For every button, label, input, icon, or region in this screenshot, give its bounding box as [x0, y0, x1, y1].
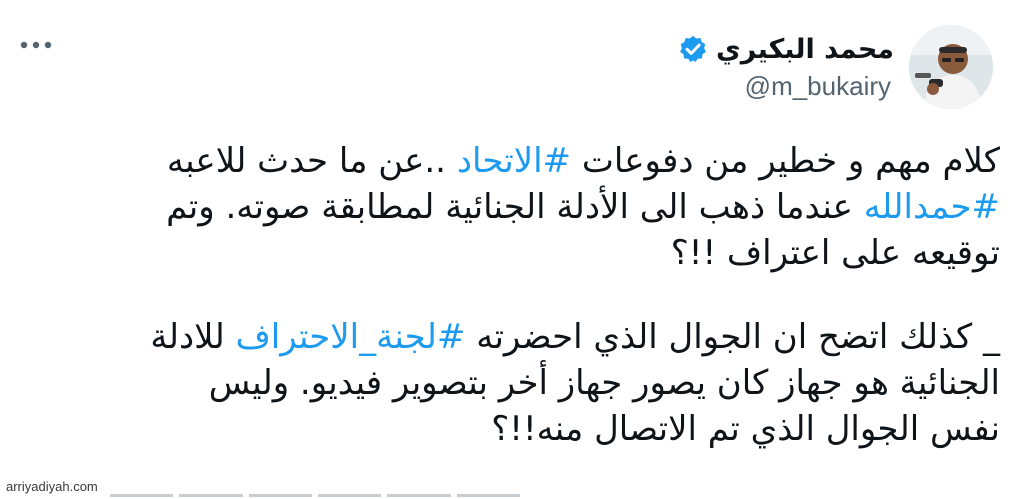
hashtag-link[interactable]: #الاتحاد [457, 141, 571, 181]
hashtag-link[interactable]: #لجنة_الاحتراف [236, 317, 466, 357]
source-watermark: arriyadiyah.com [6, 479, 98, 494]
tweet-line: الجنائية هو جهاز كان يصور جهاز أخر بتصوي… [25, 360, 1000, 406]
tweet-text-segment: ..عن ما حدث للاعبه [166, 141, 457, 181]
tweet-line: #حمدالله عندما ذهب الى الأدلة الجنائية ل… [25, 184, 1000, 230]
tweet-text-segment: للادلة [150, 317, 236, 357]
more-options-icon[interactable] [16, 30, 56, 60]
verified-badge-icon [678, 34, 708, 64]
tweet-card: محمد البكيري @m_bukairy كلام مهم و خطير … [0, 0, 1024, 499]
tweet-text-segment: كلام مهم و خطير من دفوعات [571, 141, 1000, 181]
user-handle[interactable]: @m_bukairy [745, 71, 891, 102]
tweet-line: _ كذلك اتضح ان الجوال الذي احضرته #لجنة_… [25, 314, 1000, 360]
display-name[interactable]: محمد البكيري [716, 34, 894, 65]
tweet-text-segment: الجنائية هو جهاز كان يصور جهاز أخر بتصوي… [208, 363, 1000, 403]
tweet-text-segment: _ كذلك اتضح ان الجوال الذي احضرته [465, 317, 1000, 357]
tweet-paragraph: _ كذلك اتضح ان الجوال الذي احضرته #لجنة_… [25, 314, 1000, 452]
tweet-line: كلام مهم و خطير من دفوعات #الاتحاد ..عن … [25, 138, 1000, 184]
cropped-content-strip [110, 490, 520, 499]
tweet-text-segment: توقيعه على اعتراف !!؟ [670, 233, 1000, 273]
tweet-text-segment: عندما ذهب الى الأدلة الجنائية لمطابقة صو… [166, 187, 864, 227]
user-avatar-icon[interactable] [909, 25, 993, 109]
tweet-line: توقيعه على اعتراف !!؟ [25, 230, 1000, 276]
tweet-text-segment: نفس الجوال الذي تم الاتصال منه!!؟ [491, 409, 1000, 449]
hashtag-link[interactable]: #حمدالله [864, 187, 1000, 227]
tweet-text: كلام مهم و خطير من دفوعات #الاتحاد ..عن … [25, 138, 1000, 452]
tweet-paragraph: كلام مهم و خطير من دفوعات #الاتحاد ..عن … [25, 138, 1000, 276]
display-name-row: محمد البكيري [678, 30, 894, 68]
tweet-line: نفس الجوال الذي تم الاتصال منه!!؟ [25, 406, 1000, 452]
